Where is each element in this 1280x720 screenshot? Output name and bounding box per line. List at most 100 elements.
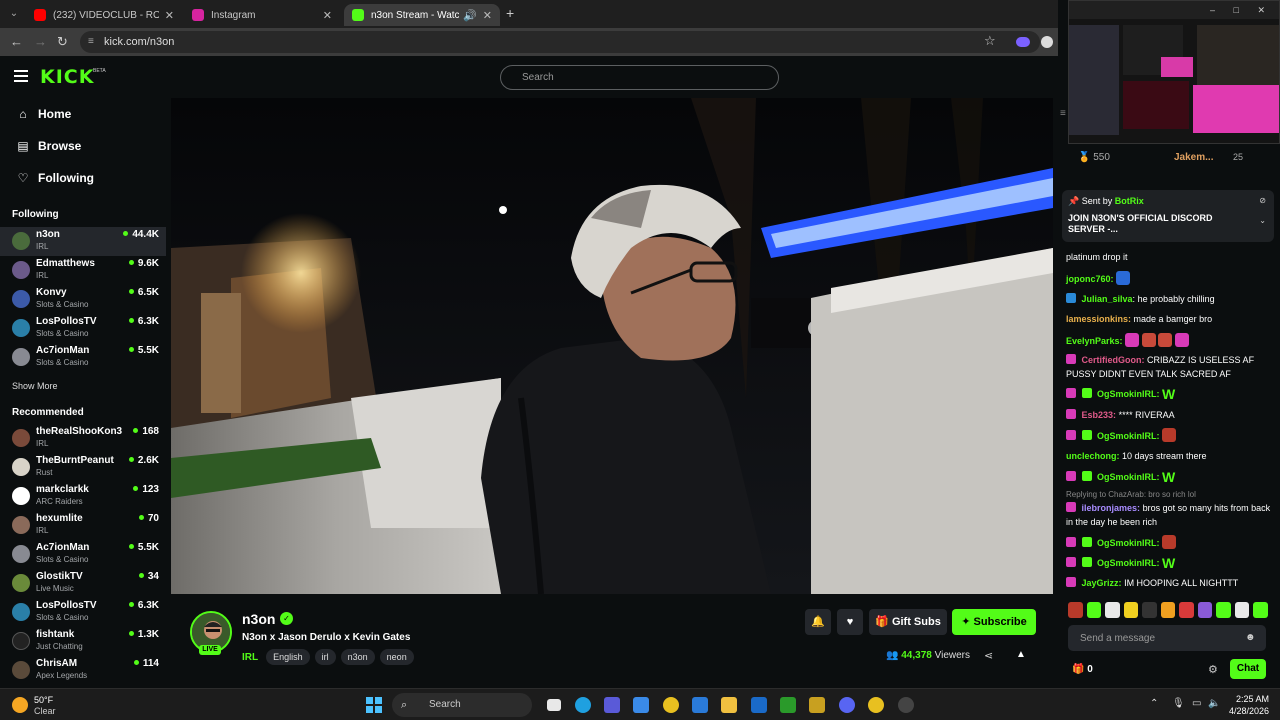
chrome-icon[interactable]: [663, 697, 679, 713]
nav-following[interactable]: ♡ Following: [16, 171, 94, 185]
nav-browse[interactable]: ▤ Browse: [16, 139, 81, 153]
sidebar-channel[interactable]: n3on IRL 44.4K: [0, 227, 166, 256]
xbox-icon[interactable]: [780, 697, 796, 713]
browser-tab-instagram[interactable]: Instagram ✕: [184, 4, 340, 26]
gift-subs-button[interactable]: 🎁 Gift Subs: [869, 609, 947, 635]
store-icon[interactable]: [692, 697, 708, 713]
sidebar-channel[interactable]: markclarkk ARC Raiders 123: [0, 482, 166, 511]
share-icon[interactable]: ⋖: [984, 649, 993, 662]
video-player[interactable]: [171, 98, 1053, 594]
chrome-icon[interactable]: [868, 697, 884, 713]
emote-icon[interactable]: [1142, 602, 1157, 618]
profile-icon[interactable]: [1041, 36, 1053, 48]
sidebar-channel[interactable]: Ac7ionMan Slots & Casino 5.5K: [0, 343, 166, 372]
teams-icon[interactable]: [604, 697, 620, 713]
username[interactable]: joponc760:: [1066, 274, 1114, 284]
username[interactable]: Esb233:: [1082, 410, 1117, 420]
url-field[interactable]: ≡ kick.com/n3on: [80, 31, 1040, 53]
follow-heart-button[interactable]: ♥: [837, 609, 863, 635]
chat-collapse-icon[interactable]: ≡: [1060, 108, 1066, 119]
unpin-icon[interactable]: ⊘: [1259, 196, 1266, 205]
username[interactable]: OgSmokinIRL:: [1097, 558, 1160, 568]
tag[interactable]: English: [266, 649, 310, 665]
search-input[interactable]: [500, 65, 779, 90]
notification-bell-button[interactable]: 🔔: [805, 609, 831, 635]
username[interactable]: CertifiedGoon:: [1082, 355, 1145, 365]
speaker-icon[interactable]: 🔊: [463, 9, 477, 22]
close-icon[interactable]: ✕: [165, 9, 174, 22]
back-icon[interactable]: ←: [10, 34, 23, 49]
copilot-icon[interactable]: [633, 697, 649, 713]
username[interactable]: lamessionkins:: [1066, 314, 1131, 324]
file-explorer-icon[interactable]: [721, 697, 737, 713]
chat-input[interactable]: [1068, 625, 1266, 651]
report-icon[interactable]: ▲: [1016, 649, 1026, 660]
new-tab-icon[interactable]: +: [506, 5, 514, 21]
reply-reference[interactable]: Replying to ChazArab: bro so rich lol: [1066, 490, 1196, 499]
edge-icon[interactable]: [575, 697, 591, 713]
microphone-icon[interactable]: 🎙: [1172, 698, 1185, 709]
tab-search-icon[interactable]: ⌄: [6, 6, 22, 22]
emote-icon[interactable]: [1123, 602, 1139, 618]
menu-icon[interactable]: [14, 70, 28, 82]
sidebar-channel[interactable]: TheBurntPeanut Rust 2.6K: [0, 453, 166, 482]
close-icon[interactable]: ✕: [323, 9, 332, 22]
category-link[interactable]: IRL: [242, 652, 258, 663]
pinned-message[interactable]: 📌 Sent by BotRix ⊘ JOIN N3ON'S OFFICIAL …: [1062, 190, 1274, 242]
sidebar-channel[interactable]: Konvy Slots & Casino 6.5K: [0, 285, 166, 314]
sidebar-channel[interactable]: Edmatthews IRL 9.6K: [0, 256, 166, 285]
tag[interactable]: irl: [314, 649, 336, 665]
username[interactable]: OgSmokinIRL:: [1097, 472, 1160, 482]
reload-icon[interactable]: ↻: [57, 34, 68, 50]
app-icon[interactable]: [751, 697, 767, 713]
task-view-icon[interactable]: [547, 699, 561, 711]
streamer-name[interactable]: n3on: [242, 611, 275, 627]
username[interactable]: OgSmokinIRL:: [1097, 431, 1160, 441]
emote-icon[interactable]: [1086, 602, 1102, 618]
sidebar-channel[interactable]: theRealShooKon3 IRL 168: [0, 424, 166, 453]
chevron-up-icon[interactable]: ⌃: [1150, 698, 1158, 709]
browser-tab-kick[interactable]: n3on Stream - Watch Live o 🔊 ✕: [344, 4, 500, 26]
chat-send-button[interactable]: Chat: [1230, 659, 1266, 679]
subscribe-button[interactable]: ✦ Subscribe: [952, 609, 1036, 635]
emoji-icon[interactable]: ☻: [1245, 632, 1256, 643]
app-icon[interactable]: [898, 697, 914, 713]
network-icon[interactable]: ▭: [1192, 698, 1201, 709]
username[interactable]: JayGrizz:: [1082, 578, 1122, 588]
close-icon[interactable]: ✕: [483, 9, 492, 22]
username[interactable]: OgSmokinIRL:: [1097, 538, 1160, 548]
emote-icon[interactable]: [1197, 602, 1213, 618]
tag[interactable]: n3on: [340, 649, 375, 665]
windows-start-icon[interactable]: [366, 697, 382, 713]
volume-icon[interactable]: 🔈: [1208, 698, 1220, 709]
browser-tab-youtube[interactable]: (232) VIDEOCLUB - ROI Instrum ✕: [26, 4, 182, 26]
emote-icon[interactable]: [1253, 602, 1269, 618]
username[interactable]: ilebronjames:: [1082, 503, 1141, 513]
username[interactable]: unclechong:: [1066, 451, 1120, 461]
emote-icon[interactable]: [1105, 602, 1120, 618]
tag[interactable]: neon: [379, 649, 414, 665]
app-icon[interactable]: [809, 697, 825, 713]
taskbar-search[interactable]: ⌕ Search: [392, 693, 532, 717]
clock[interactable]: 2:25 AM 4/28/2026: [1225, 693, 1269, 717]
chevron-down-icon[interactable]: ⌄: [1259, 216, 1266, 225]
picture-in-picture-window[interactable]: – □ ✕: [1068, 0, 1280, 144]
sidebar-channel[interactable]: Ac7ionMan Slots & Casino 5.5K: [0, 540, 166, 569]
emote-icon[interactable]: [1068, 602, 1083, 618]
emote-icon[interactable]: [1160, 602, 1176, 618]
show-more-link[interactable]: Show More: [12, 381, 58, 391]
emote-icon[interactable]: [1234, 602, 1250, 618]
gear-icon[interactable]: ⚙: [1208, 663, 1218, 676]
emote-icon[interactable]: [1179, 602, 1194, 618]
username[interactable]: OgSmokinIRL:: [1097, 389, 1160, 399]
sidebar-channel[interactable]: LosPollosTV Slots & Casino 6.3K: [0, 314, 166, 343]
forward-icon[interactable]: →: [34, 34, 47, 49]
sidebar-channel[interactable]: fishtank Just Chatting 1.3K: [0, 627, 166, 656]
sidebar-channel[interactable]: GlostikTV Live Music 34: [0, 569, 166, 598]
discord-icon[interactable]: [839, 697, 855, 713]
gift-counter[interactable]: 🎁 0: [1072, 664, 1093, 675]
kick-logo[interactable]: KICK: [40, 66, 94, 88]
sidebar-channel[interactable]: LosPollosTV Slots & Casino 6.3K: [0, 598, 166, 627]
emote-icon[interactable]: [1216, 602, 1231, 618]
site-info-icon[interactable]: ≡: [88, 31, 94, 53]
